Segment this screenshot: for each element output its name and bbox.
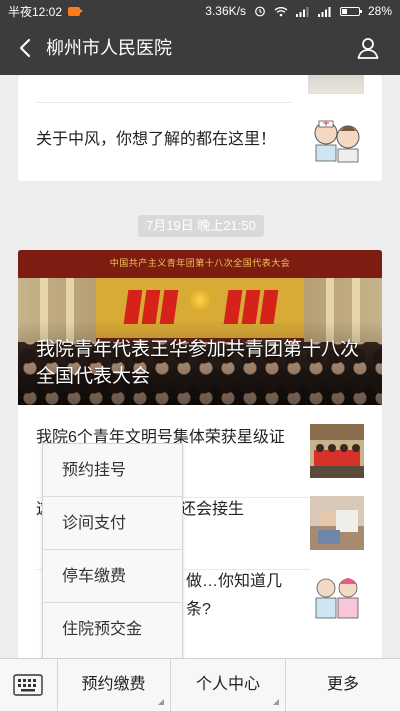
popup-menu: 预约挂号 诊间支付 停车缴费 住院预交金 — [42, 443, 183, 660]
header-bar: 柳州市人民医院 — [0, 22, 400, 75]
banner-stage-text: 中国共产主义青年团第十八次全国代表大会 — [109, 258, 291, 268]
tab-more[interactable]: 更多 — [286, 659, 400, 711]
wifi-icon — [274, 6, 288, 16]
news-banner[interactable]: 中国共产主义青年团第十八次全国代表大会 我院青年代表王华参加共青团第十八次全国代… — [18, 250, 382, 405]
battery-icon — [339, 6, 362, 16]
article-card-previous: 关于中风，你想了解的都在这里！ — [18, 75, 382, 181]
article-title-link[interactable]: 关于中风，你想了解的都在这里！ — [36, 125, 276, 149]
profile-icon[interactable] — [356, 36, 380, 60]
status-time: 半夜12:02 — [8, 4, 63, 19]
menu-item-parking-payment[interactable]: 停车缴费 — [43, 550, 182, 603]
menu-item-inpatient-deposit[interactable]: 住院预交金 — [43, 603, 182, 656]
divider — [36, 102, 292, 103]
article-thumbnail[interactable] — [308, 75, 364, 94]
tab-label: 预约缴费 — [81, 676, 146, 693]
submenu-indicator-icon — [158, 699, 164, 705]
news-thumbnail[interactable] — [310, 496, 364, 550]
emblem-icon — [188, 288, 212, 312]
signal-icon-2 — [317, 6, 331, 17]
page-title: 柳州市人民医院 — [46, 38, 172, 58]
tab-label: 个人中心 — [195, 676, 260, 693]
tab-appointment-payment[interactable]: 预约缴费 — [57, 659, 171, 711]
doctor-cartoon-thumbnail[interactable] — [310, 117, 364, 163]
screen-record-icon — [68, 6, 84, 16]
news-thumbnail[interactable] — [310, 424, 364, 478]
battery-level: 28% — [367, 4, 392, 18]
banner-headline[interactable]: 我院青年代表王华参加共青团第十八次全国代表大会 — [36, 336, 372, 390]
network-speed: 3.36K/s — [205, 4, 246, 18]
bottom-menu-bar: 预约缴费 个人中心 更多 — [0, 658, 400, 711]
tab-personal-center[interactable]: 个人中心 — [171, 659, 286, 711]
signal-icon-1 — [295, 6, 309, 17]
keyboard-icon[interactable] — [0, 659, 58, 711]
message-timestamp: 7月19日 晚上21:50 — [138, 215, 264, 237]
news-thumbnail[interactable] — [310, 568, 364, 622]
submenu-indicator-icon — [273, 699, 279, 705]
menu-item-consult-payment[interactable]: 诊间支付 — [43, 497, 182, 550]
status-bar: 半夜12:02 3.36K/s 28% — [0, 0, 400, 22]
back-arrow-icon[interactable] — [14, 36, 38, 60]
tab-label: 更多 — [326, 676, 359, 693]
menu-item-appointment[interactable]: 预约挂号 — [43, 444, 182, 497]
alarm-icon — [255, 6, 265, 17]
